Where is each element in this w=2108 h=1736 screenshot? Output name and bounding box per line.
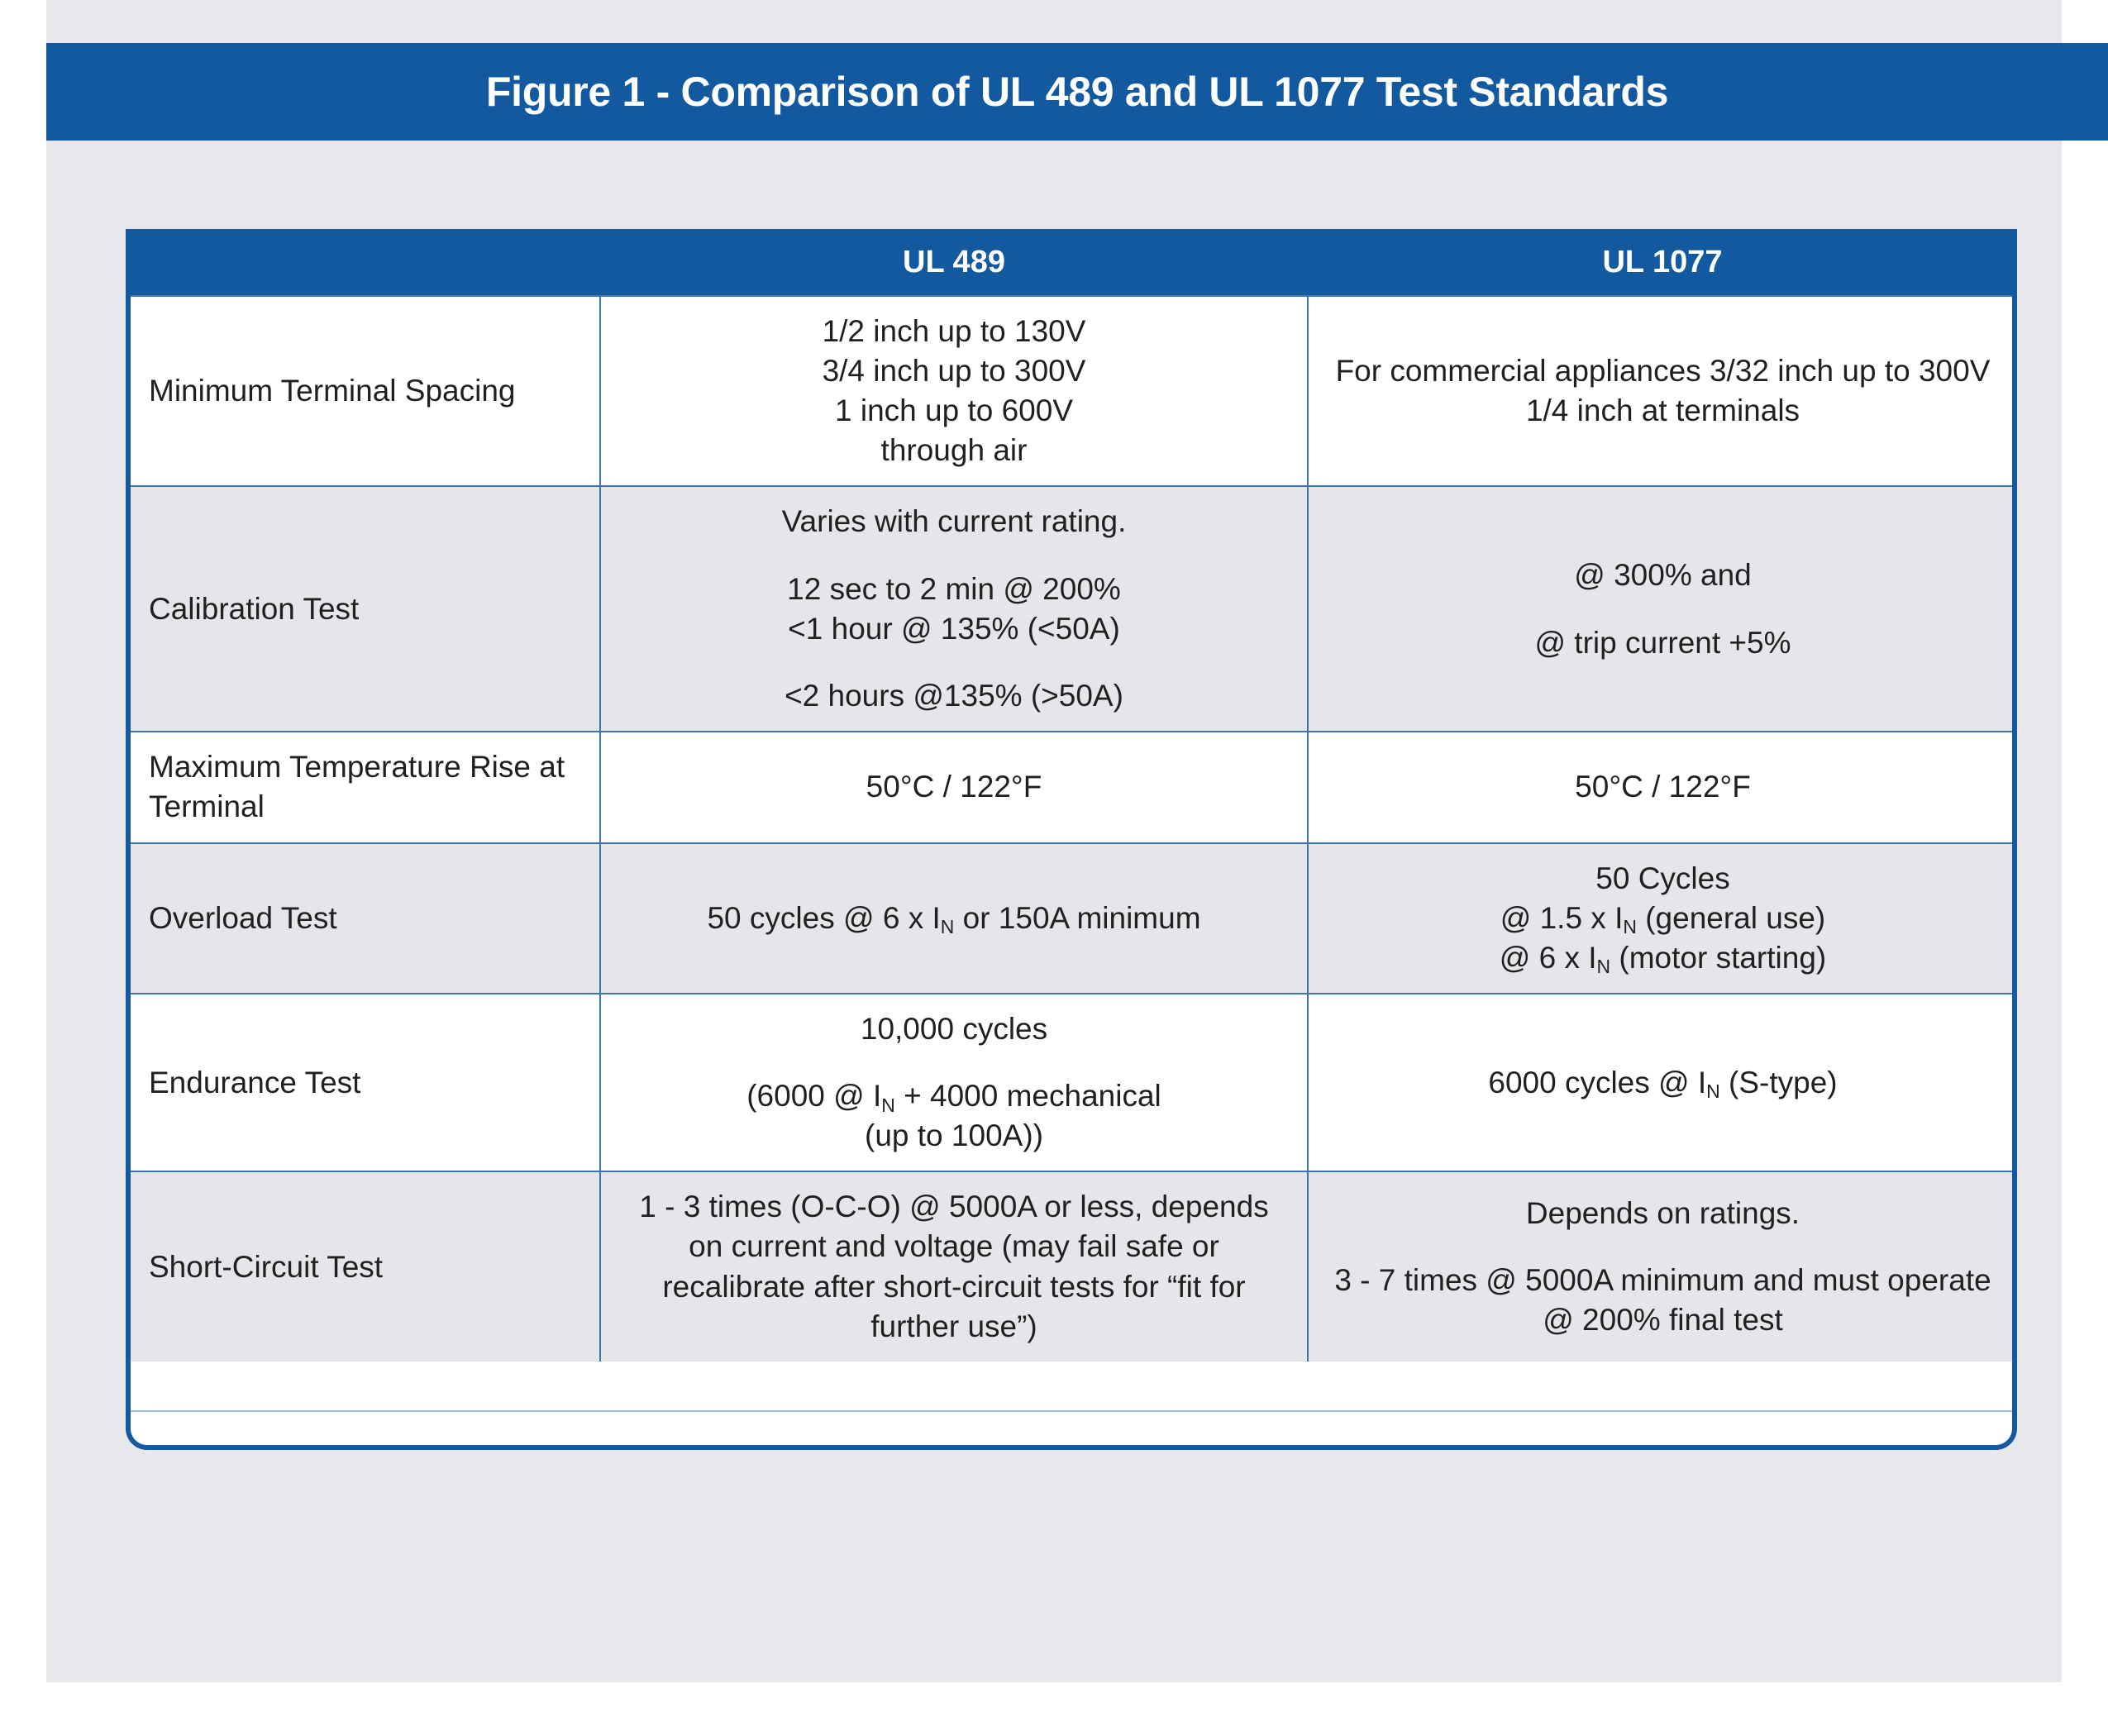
row-label: Endurance Test [131,992,601,1173]
cell-ul1077: For commercial appliances 3/32 inch up t… [1307,294,2012,488]
table-row: Maximum Temperature Rise at Terminal 50°C… [131,731,2012,844]
table-row: Endurance Test 10,000 cycles (6000 @ IN + … [131,992,2012,1173]
cell-ul1077: Depends on ratings. 3 - 7 times @ 5000A m… [1307,1171,2012,1362]
cell-ul1077: 50 Cycles @ 1.5 x IN (general use) @ 6 x I… [1307,842,2012,994]
table-row: Calibration Test Varies with current rati… [131,485,2012,733]
cell-ul489: 1 - 3 times (O-C-O) @ 5000A or less, dep… [599,1171,1309,1362]
header-cell-blank [131,229,600,296]
table-row: Minimum Terminal Spacing 1/2 inch up to 1… [131,294,2012,488]
comparison-table-frame: UL 489 UL 1077 Minimum Terminal Spacing 1… [126,229,2017,1450]
table-body: Minimum Terminal Spacing 1/2 inch up to 1… [131,294,2012,1362]
cell-ul489: 50°C / 122°F [599,731,1309,844]
row-label: Short-Circuit Test [131,1171,601,1362]
table-footer-strip [131,1410,2012,1445]
table-row: Short-Circuit Test 1 - 3 times (O-C-O) @ … [131,1171,2012,1362]
cell-ul489: Varies with current rating. 12 sec to 2 m… [599,485,1309,733]
cell-ul1077: 50°C / 122°F [1307,731,2012,844]
row-label: Calibration Test [131,485,601,733]
comparison-table: UL 489 UL 1077 Minimum Terminal Spacing 1… [131,229,2012,1362]
row-label: Maximum Temperature Rise at Terminal [131,731,601,844]
cell-ul1077: 6000 cycles @ IN (S-type) [1307,992,2012,1173]
header-row: UL 489 UL 1077 [131,229,2012,296]
cell-ul489: 10,000 cycles (6000 @ IN + 4000 mechanica… [599,992,1309,1173]
cell-ul489: 50 cycles @ 6 x IN or 150A minimum [599,842,1309,994]
header-cell-ul1077: UL 1077 [1308,229,2012,296]
cell-ul489: 1/2 inch up to 130V 3/4 inch up to 300V 1 … [599,294,1309,488]
figure-title: Figure 1 - Comparison of UL 489 and UL 1… [485,69,1669,115]
row-label: Minimum Terminal Spacing [131,294,601,488]
header-cell-ul489: UL 489 [600,229,1308,296]
figure-title-bar: Figure 1 - Comparison of UL 489 and UL 1… [46,43,2108,141]
table-header: UL 489 UL 1077 [131,229,2012,296]
row-label: Overload Test [131,842,601,994]
cell-ul1077: @ 300% and @ trip current +5% [1307,485,2012,733]
table-row: Overload Test 50 cycles @ 6 x IN or 150A … [131,842,2012,994]
